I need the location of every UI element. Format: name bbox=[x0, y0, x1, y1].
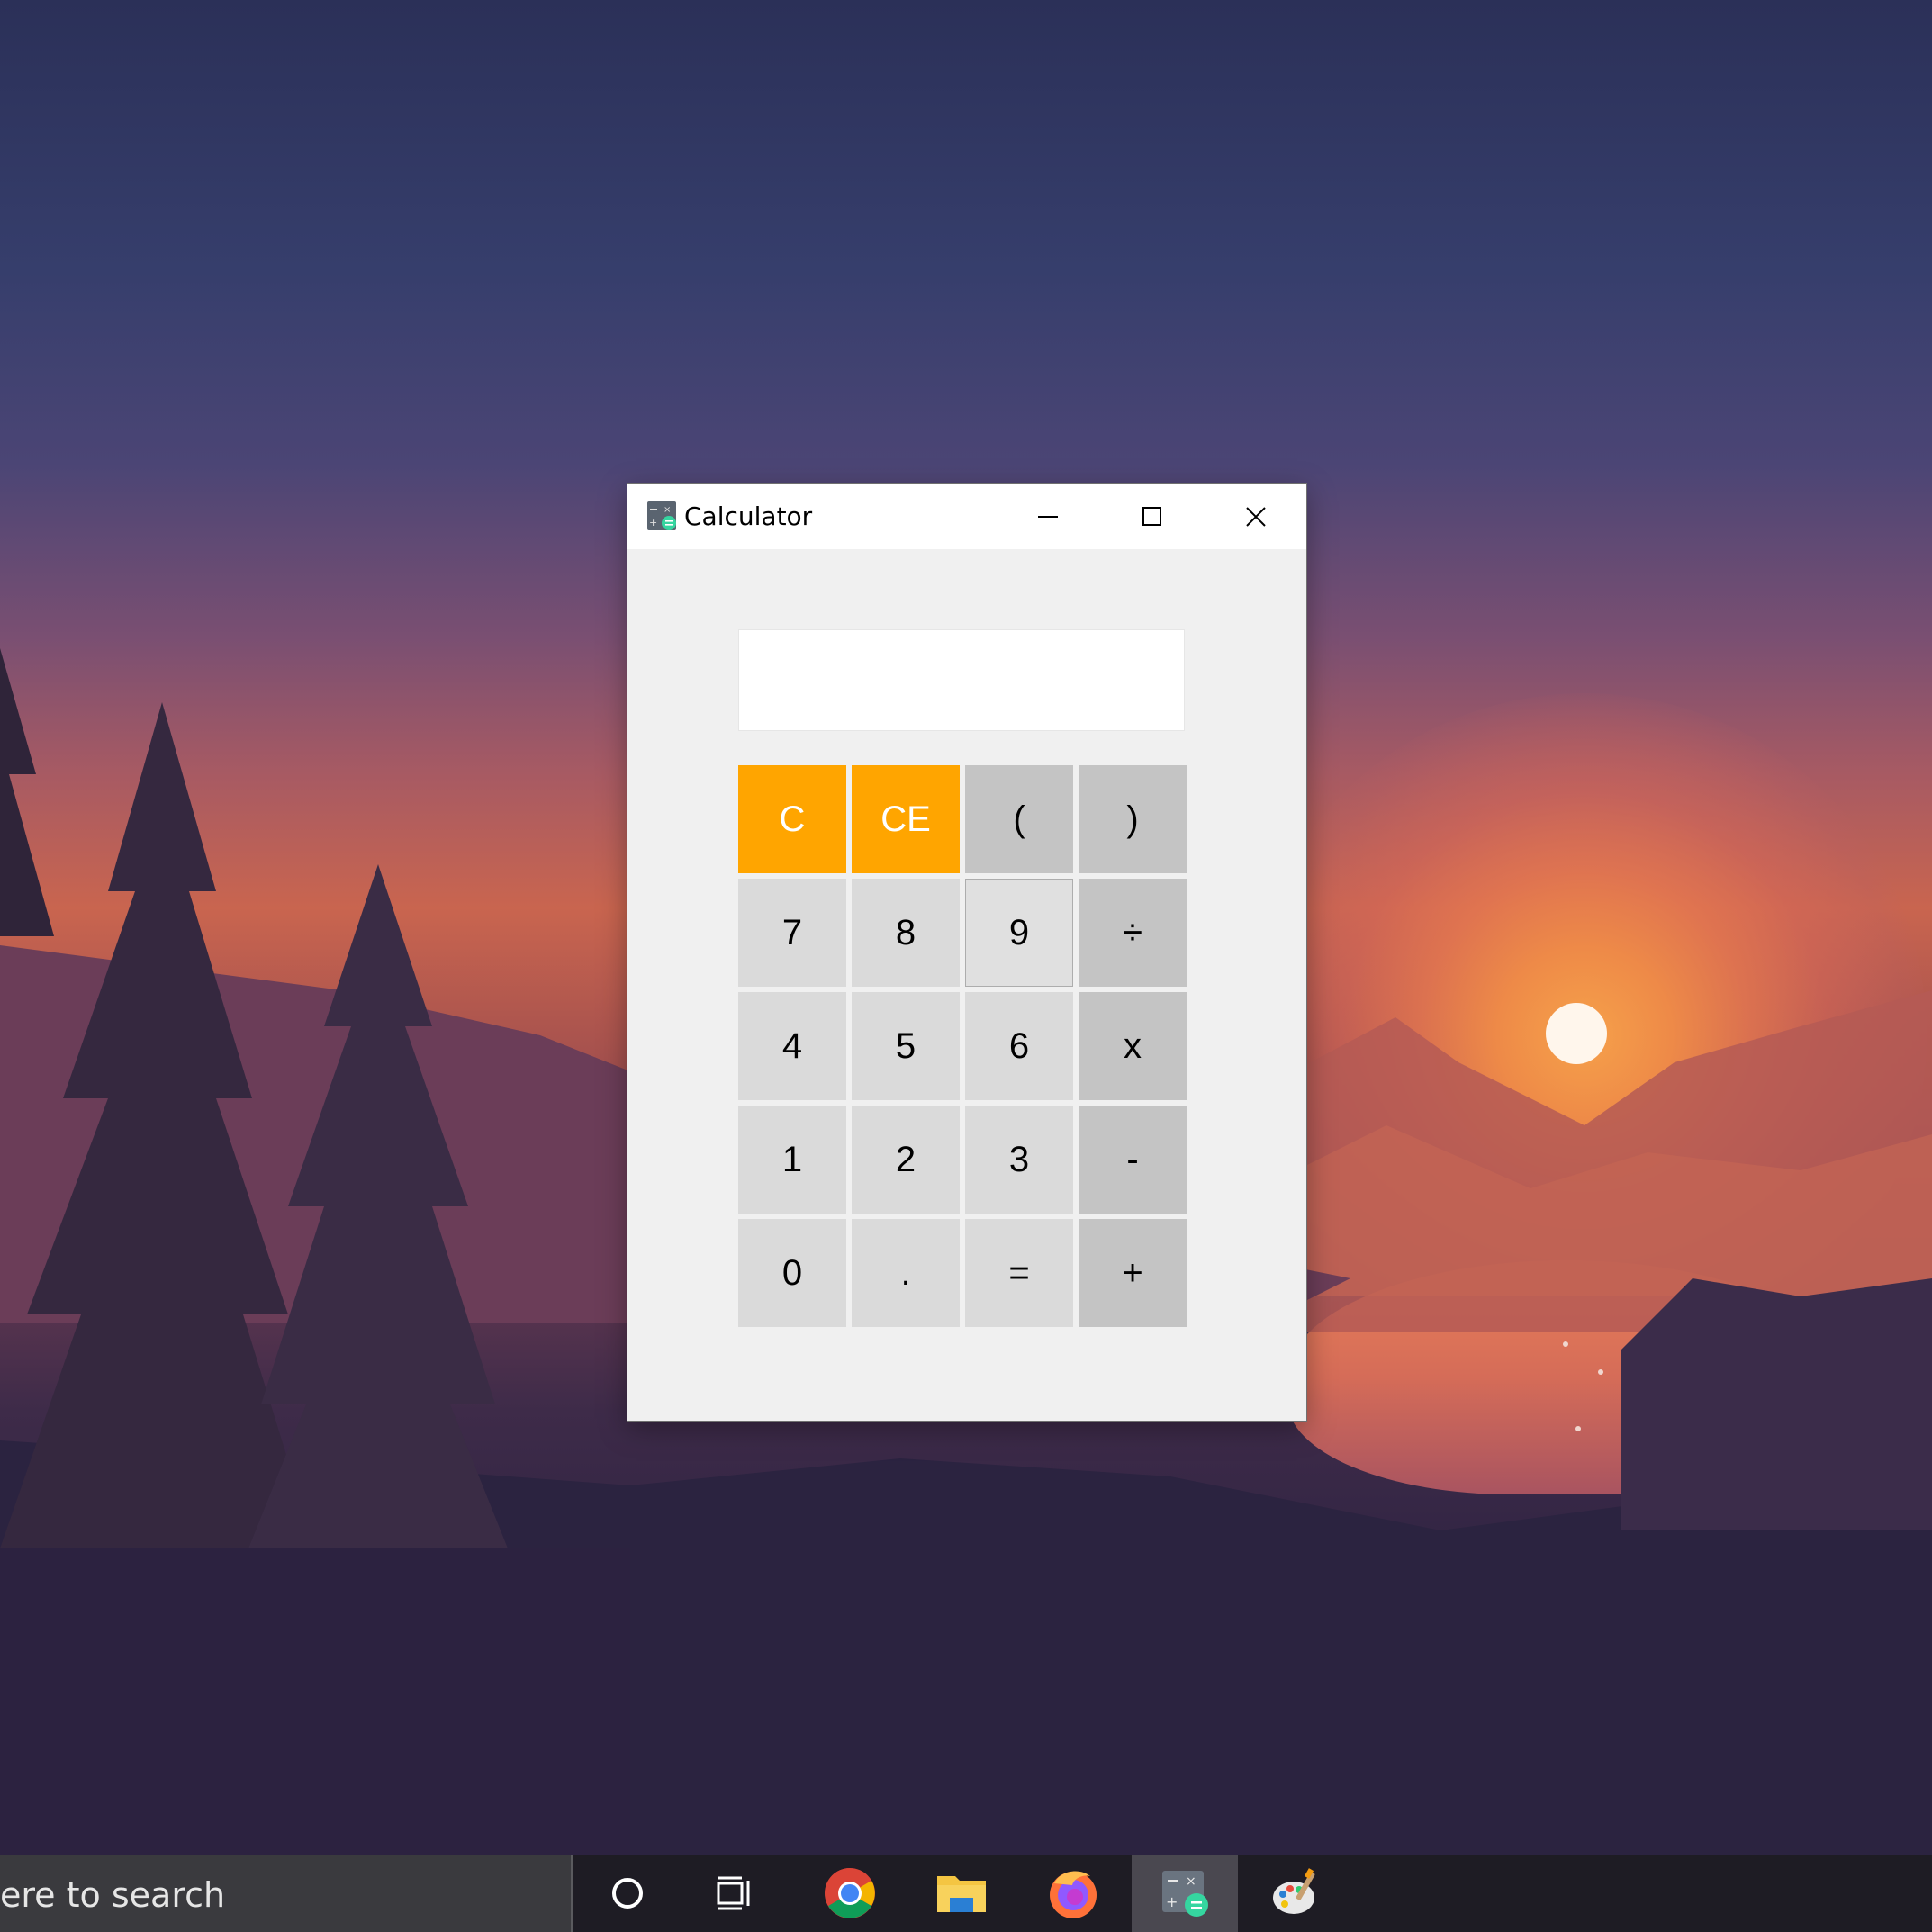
divide-button[interactable]: ÷ bbox=[1079, 879, 1187, 987]
cortana-icon bbox=[612, 1878, 643, 1909]
digit-4-button[interactable]: 4 bbox=[738, 992, 846, 1100]
svg-text:+: + bbox=[1166, 1893, 1178, 1910]
cortana-button[interactable] bbox=[574, 1855, 681, 1932]
svg-text:×: × bbox=[1186, 1874, 1196, 1889]
taskbar: ere to search × + bbox=[0, 1855, 1932, 1932]
clear-entry-button[interactable]: CE bbox=[852, 765, 960, 873]
digit-7-button[interactable]: 7 bbox=[738, 879, 846, 987]
task-view-icon bbox=[717, 1876, 750, 1910]
decimal-button[interactable]: . bbox=[852, 1219, 960, 1327]
title-bar[interactable]: × + Calculator bbox=[627, 484, 1306, 549]
star bbox=[1563, 1341, 1568, 1347]
multiply-button[interactable]: x bbox=[1079, 992, 1187, 1100]
calculator-app-icon: × + bbox=[647, 501, 676, 530]
paint-icon bbox=[1273, 1868, 1315, 1914]
close-paren-button[interactable]: ) bbox=[1079, 765, 1187, 873]
chrome-icon bbox=[825, 1868, 875, 1918]
taskbar-search-box[interactable]: ere to search bbox=[0, 1855, 573, 1932]
file-explorer-button[interactable] bbox=[908, 1855, 1015, 1932]
digit-6-button[interactable]: 6 bbox=[965, 992, 1073, 1100]
svg-text:+: + bbox=[649, 517, 657, 528]
task-view-button[interactable] bbox=[682, 1855, 788, 1932]
digit-3-button[interactable]: 3 bbox=[965, 1106, 1073, 1214]
star bbox=[1575, 1426, 1581, 1431]
digit-9-button[interactable]: 9 bbox=[965, 879, 1073, 987]
calculator-icon: × + bbox=[1162, 1871, 1208, 1917]
pine-trees bbox=[0, 648, 630, 1855]
calculator-window: × + Calculator C CE ( ) 7 8 9 ÷ 4 5 6 x … bbox=[627, 484, 1306, 1421]
firefox-icon bbox=[1050, 1871, 1097, 1918]
digit-8-button[interactable]: 8 bbox=[852, 879, 960, 987]
minimize-button[interactable] bbox=[998, 484, 1098, 549]
digit-5-button[interactable]: 5 bbox=[852, 992, 960, 1100]
paint-button[interactable] bbox=[1243, 1855, 1350, 1932]
search-placeholder: ere to search bbox=[0, 1875, 226, 1915]
calculator-display[interactable] bbox=[738, 629, 1185, 731]
file-explorer-icon bbox=[937, 1876, 986, 1912]
minimize-icon bbox=[1038, 516, 1058, 518]
open-paren-button[interactable]: ( bbox=[965, 765, 1073, 873]
close-icon bbox=[1246, 507, 1266, 527]
close-button[interactable] bbox=[1205, 484, 1306, 549]
chrome-button[interactable] bbox=[797, 1855, 903, 1932]
digit-0-button[interactable]: 0 bbox=[738, 1219, 846, 1327]
calculator-taskbar-button[interactable]: × + bbox=[1132, 1855, 1238, 1932]
window-title: Calculator bbox=[684, 501, 813, 531]
star bbox=[1598, 1369, 1603, 1375]
svg-text:×: × bbox=[664, 505, 671, 515]
maximize-button[interactable] bbox=[1102, 484, 1203, 549]
subtract-button[interactable]: - bbox=[1079, 1106, 1187, 1214]
equals-button[interactable]: = bbox=[965, 1219, 1073, 1327]
clear-button[interactable]: C bbox=[738, 765, 846, 873]
digit-1-button[interactable]: 1 bbox=[738, 1106, 846, 1214]
maximize-icon bbox=[1142, 507, 1161, 526]
keypad: C CE ( ) 7 8 9 ÷ 4 5 6 x 1 2 3 - 0 . = + bbox=[738, 765, 1188, 1327]
add-button[interactable]: + bbox=[1079, 1219, 1187, 1327]
digit-2-button[interactable]: 2 bbox=[852, 1106, 960, 1214]
firefox-button[interactable] bbox=[1020, 1855, 1126, 1932]
